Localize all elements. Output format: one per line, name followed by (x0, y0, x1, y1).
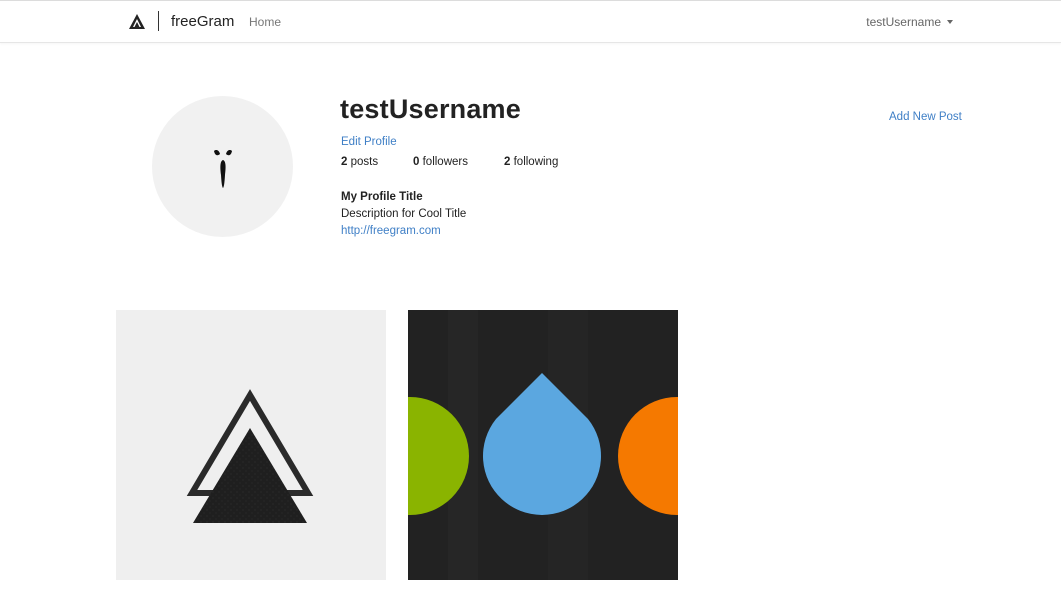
add-new-post-link[interactable]: Add New Post (889, 111, 962, 123)
avatar (152, 96, 293, 237)
following-stat: 2 following (504, 156, 558, 168)
profile-description: Description for Cool Title (341, 208, 467, 220)
nav-home-link[interactable]: Home (249, 15, 281, 29)
brand-name[interactable]: freeGram (171, 13, 234, 30)
posts-label: posts (347, 156, 379, 168)
followers-stat: 0 followers (413, 156, 468, 168)
profile-website-link[interactable]: http://freegram.com (341, 225, 441, 237)
brand-divider (158, 11, 159, 31)
following-label: following (510, 156, 559, 168)
profile-title: My Profile Title (341, 191, 423, 203)
colored-drops-image (408, 310, 678, 580)
user-menu-label: testUsername (866, 15, 941, 29)
post-thumbnail-1[interactable] (116, 310, 386, 580)
followers-label: followers (419, 156, 468, 168)
caret-down-icon (947, 20, 953, 24)
profile-username: testUsername (340, 94, 521, 124)
double-triangle-image (186, 389, 314, 523)
top-navbar: freeGram Home testUsername (0, 0, 1061, 43)
post-thumbnail-2[interactable] (408, 310, 678, 580)
posts-stat: 2 posts (341, 156, 378, 168)
edit-profile-link[interactable]: Edit Profile (341, 136, 397, 148)
triangle-logo-icon[interactable] (128, 13, 146, 31)
user-menu-dropdown[interactable]: testUsername (866, 15, 953, 29)
ghostface-mask-icon (213, 149, 232, 188)
